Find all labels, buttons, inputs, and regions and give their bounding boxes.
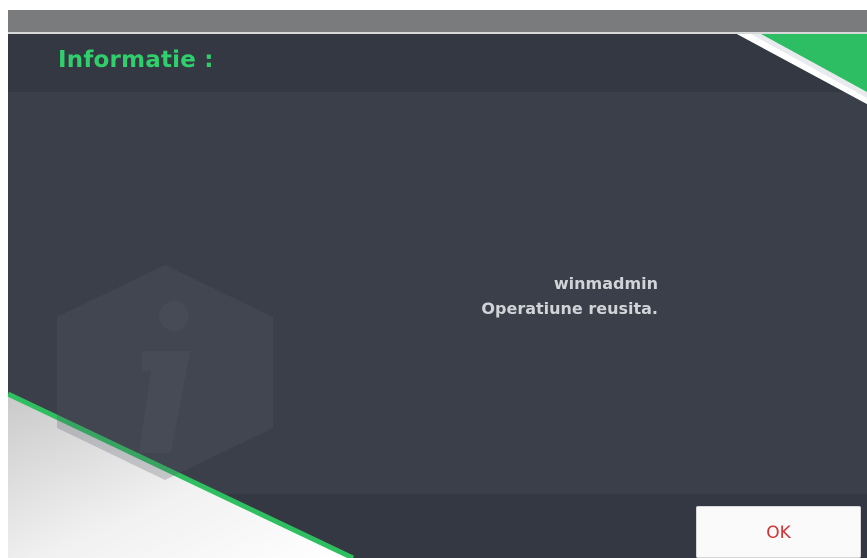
message-username: winmadmin (553, 274, 658, 293)
message-text: winmadmin Operatiune reusita. (398, 271, 658, 321)
dialog-title: Informatie : (58, 47, 214, 73)
message-status: Operatiune reusita. (481, 299, 658, 318)
green-corner-accent (737, 34, 867, 104)
dialog-titlebar (8, 10, 867, 34)
screen: Informatie : winmadmin Operatiune reusit… (0, 0, 867, 558)
info-dialog: Informatie : winmadmin Operatiune reusit… (8, 10, 867, 558)
ok-button[interactable]: OK (696, 506, 861, 558)
top-strip (0, 0, 867, 10)
info-icon (57, 265, 273, 480)
